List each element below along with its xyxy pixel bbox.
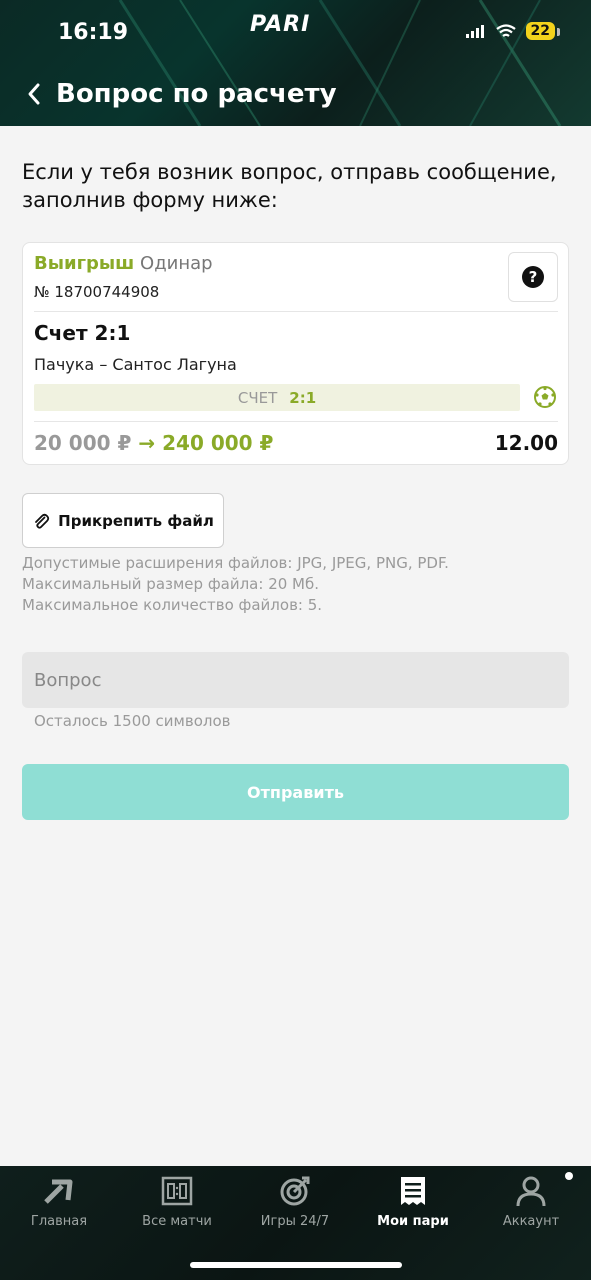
bet-number: № 18700744908: [34, 283, 160, 301]
wifi-icon: [495, 23, 516, 37]
home-indicator: [190, 1262, 402, 1268]
divider: [34, 421, 558, 422]
question-input[interactable]: [22, 652, 569, 708]
scoreboard-icon: [161, 1176, 193, 1206]
bet-type: Одинар: [140, 253, 213, 274]
submit-button[interactable]: Отправить: [22, 764, 569, 820]
nav-label: Главная: [30, 1214, 88, 1229]
divider: [34, 311, 558, 312]
target-icon: [280, 1176, 310, 1206]
nav-label: Аккаунт: [502, 1214, 560, 1229]
nav-item-my-bets[interactable]: Мои пари: [354, 1174, 472, 1234]
paperclip-icon: [35, 513, 50, 529]
bet-card: Выигрыш Одинар № 18700744908 ? Счет 2:1 …: [22, 242, 569, 465]
bet-result: Выигрыш: [34, 253, 135, 274]
status-time: 16:19: [58, 20, 129, 45]
score-bar: СЧЕТ 2:1: [34, 384, 520, 411]
status-icons: 22: [465, 22, 561, 40]
stake-amount: 20 000 ₽: [34, 431, 132, 455]
attach-file-label: Прикрепить файл: [58, 511, 214, 530]
user-icon: [516, 1176, 546, 1207]
help-button[interactable]: ?: [508, 252, 558, 302]
nav-label: Мои пари: [377, 1214, 449, 1229]
nav-label: Все матчи: [142, 1214, 212, 1229]
rule-extensions: Допустимые расширения файлов: JPG, JPEG,…: [22, 554, 449, 572]
character-counter: Осталось 1500 символов: [34, 712, 231, 730]
rule-max-count: Максимальное количество файлов: 5.: [22, 596, 323, 614]
bet-status-line: Выигрыш Одинар: [34, 253, 213, 274]
app-header: 16:19 PARI 22 Вопрос по расчету: [0, 0, 591, 126]
nav-item-home[interactable]: Главная: [0, 1174, 118, 1234]
soccer-ball-icon: [534, 386, 556, 408]
bet-odds: 12.00: [494, 431, 558, 455]
nav-item-all-matches[interactable]: Все матчи: [118, 1174, 236, 1234]
bet-market: Счет 2:1: [34, 321, 131, 345]
bet-amounts: 20 000 ₽ → 240 000 ₽: [34, 431, 273, 455]
bet-event: Пачука – Сантос Лагуна: [34, 355, 237, 374]
notification-dot: [565, 1172, 573, 1180]
score-value: 2:1: [289, 388, 317, 407]
rule-max-size: Максимальный размер файла: 20 Мб.: [22, 575, 320, 593]
chevron-left-icon[interactable]: [24, 80, 44, 108]
nav-item-account[interactable]: Аккаунт: [472, 1174, 590, 1234]
home-arrow-icon: [44, 1179, 73, 1204]
pari-logo: PARI: [250, 12, 311, 37]
nav-label: Игры 24/7: [260, 1214, 330, 1229]
page-title: Вопрос по расчету: [56, 79, 337, 109]
question-circle-icon: ?: [522, 266, 544, 288]
receipt-icon: [401, 1177, 425, 1205]
payout-amount: 240 000 ₽: [162, 431, 274, 455]
attach-file-button[interactable]: Прикрепить файл: [22, 493, 224, 548]
cellular-signal-icon: [465, 25, 484, 38]
score-label: СЧЕТ: [237, 388, 278, 407]
nav-item-games[interactable]: Игры 24/7: [236, 1174, 354, 1234]
battery-indicator: 22: [525, 22, 561, 40]
arrow-right-icon: →: [138, 431, 156, 455]
file-rules: Допустимые расширения файлов: JPG, JPEG,…: [22, 553, 449, 616]
intro-text: Если у тебя возник вопрос, отправь сообщ…: [22, 160, 557, 212]
